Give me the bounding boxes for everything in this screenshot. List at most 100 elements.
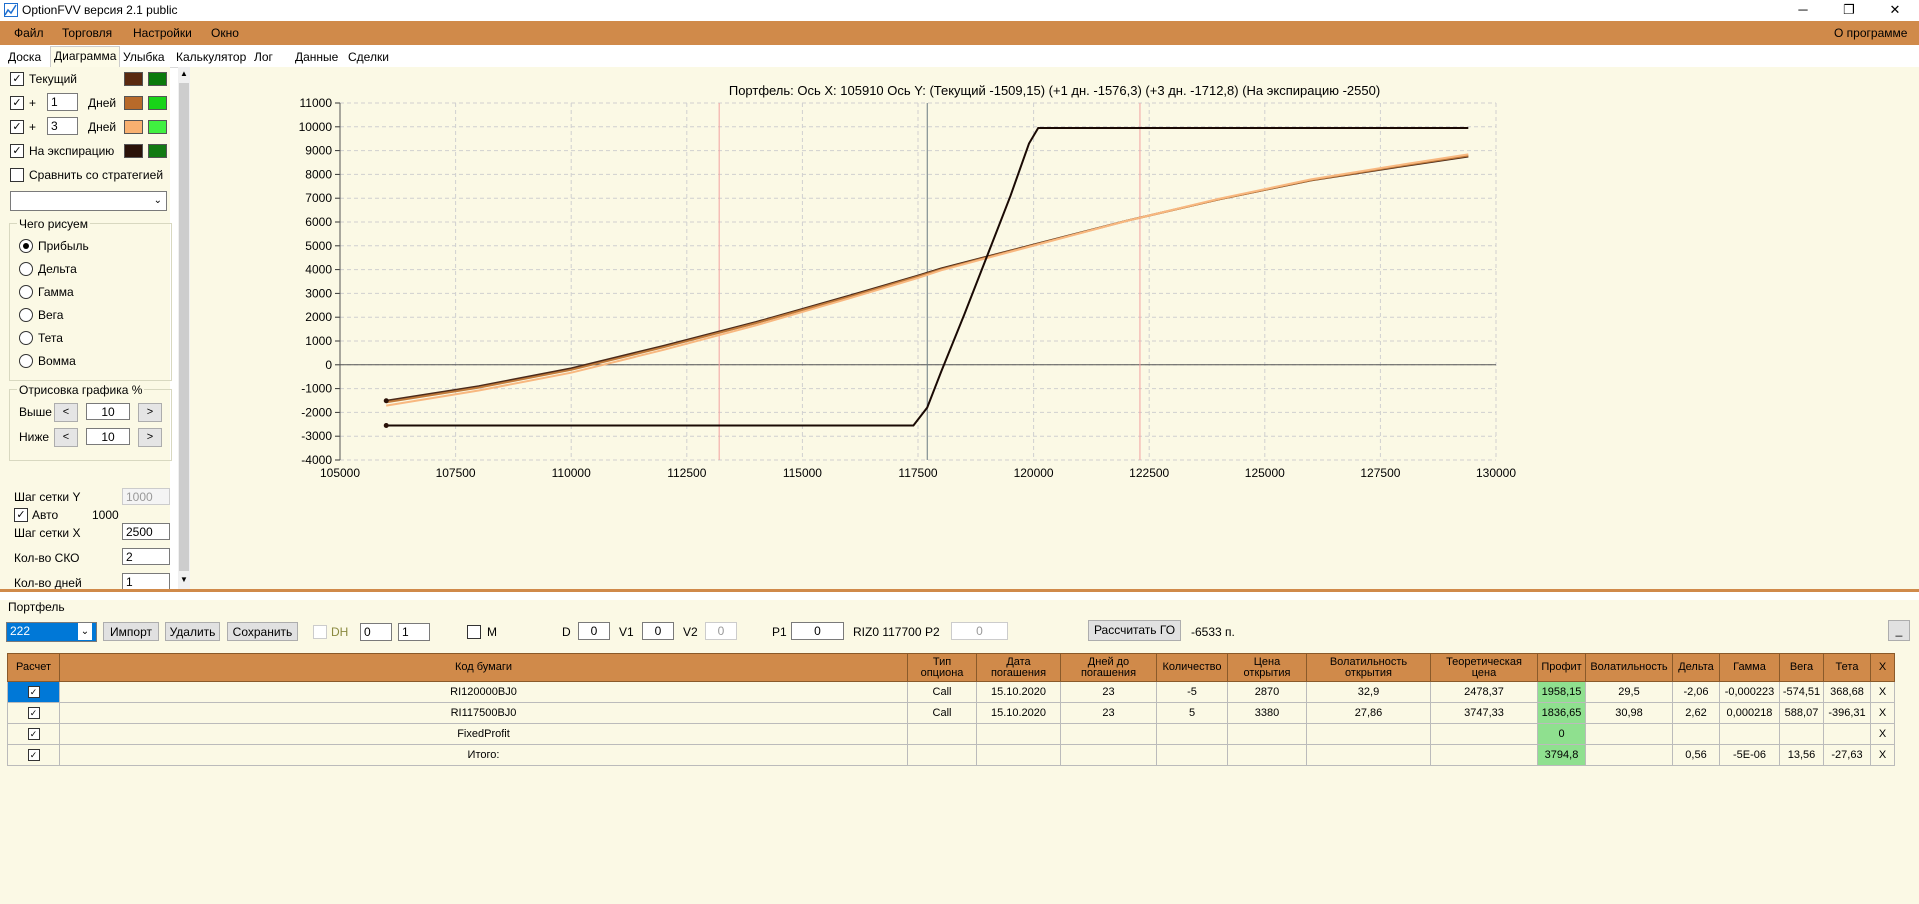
current-color-a[interactable] [124,72,143,86]
radio-profit[interactable] [19,239,33,253]
current-checkbox[interactable]: ✓ [10,72,24,86]
remove-row-button[interactable]: X [1870,744,1895,766]
tab-diagram[interactable]: Диаграмма [50,46,121,67]
v1-input[interactable]: 0 [642,622,674,640]
header-vol[interactable]: Волатильность [1585,653,1673,682]
radio-vega[interactable] [19,308,33,322]
minimize-button[interactable]: ─ [1780,0,1826,21]
header-code[interactable]: Код бумаги [59,653,908,682]
above-decrease-button[interactable]: < [54,403,78,422]
plus1-days-input[interactable]: 1 [47,93,78,111]
radio-delta[interactable] [19,262,33,276]
header-theta[interactable]: Тета [1823,653,1871,682]
row-checkbox[interactable]: ✓ [27,749,40,762]
remove-row-button[interactable]: X [1870,681,1895,703]
above-increase-button[interactable]: > [138,403,162,422]
m-checkbox[interactable] [467,625,481,639]
p1-input[interactable]: 0 [791,622,844,640]
delete-button[interactable]: Удалить [165,622,220,641]
row-checkbox[interactable]: ✓ [27,707,40,720]
scroll-down-icon[interactable]: ▼ [180,575,188,584]
calc-checkbox[interactable]: ✓ [7,723,60,745]
table-row[interactable]: ✓ RI117500BJ0 Call 15.10.2020 23 5 3380 27,86 37… [7,702,1895,724]
calculate-go-button[interactable]: Рассчитать ГО [1088,620,1181,641]
header-theo-price[interactable]: Теоретическая цена [1430,653,1538,682]
plus3-days-input[interactable]: 3 [47,117,78,135]
portfolio-select[interactable]: 222 ⌄ [6,622,97,642]
panel-splitter[interactable] [0,589,1919,600]
dh-checkbox[interactable] [313,625,327,639]
d1-color-a[interactable] [124,96,143,110]
p2-input[interactable]: 0 [951,622,1008,640]
header-calc[interactable]: Расчет [7,653,60,682]
menu-about[interactable]: О программе [1834,26,1907,40]
header-quantity[interactable]: Количество [1156,653,1228,682]
d1-color-b[interactable] [148,96,167,110]
tab-calculator[interactable]: Калькулятор [173,48,249,66]
tab-trades[interactable]: Сделки [345,48,392,66]
header-remove[interactable]: X [1870,653,1895,682]
header-vega[interactable]: Вега [1779,653,1824,682]
import-button[interactable]: Импорт [103,622,159,641]
menu-file[interactable]: Файл [14,26,44,40]
strategy-select[interactable]: ⌄ [10,191,167,211]
tab-log[interactable]: Лог [251,48,276,66]
restore-button[interactable]: ❐ [1826,0,1872,21]
row-checkbox[interactable]: ✓ [27,686,40,699]
radio-theta[interactable] [19,331,33,345]
header-type[interactable]: Тип опциона [907,653,977,682]
dh-a-input[interactable]: 0 [360,623,392,641]
current-color-b[interactable] [148,72,167,86]
header-open-price[interactable]: Цена открытия [1227,653,1307,682]
collapse-button[interactable]: _ [1888,620,1910,641]
tab-data[interactable]: Данные [292,48,341,66]
days-count-input[interactable]: 1 [122,573,170,590]
plus1-checkbox[interactable]: ✓ [10,96,24,110]
radio-gamma[interactable] [19,285,33,299]
table-row[interactable]: ✓ Итого: 3794,8 0,56 -5E-06 13,56 -27,63 X [7,744,1895,766]
menu-settings[interactable]: Настройки [133,26,192,40]
calc-checkbox[interactable]: ✓ [7,681,60,703]
exp-color-a[interactable] [124,144,143,158]
header-days[interactable]: Дней до погашения [1060,653,1157,682]
plus3-checkbox[interactable]: ✓ [10,120,24,134]
below-decrease-button[interactable]: < [54,428,78,447]
scroll-thumb[interactable] [179,83,189,571]
above-input[interactable]: 10 [86,403,130,420]
radio-vomma[interactable] [19,354,33,368]
expiry-checkbox[interactable]: ✓ [10,144,24,158]
remove-row-button[interactable]: X [1870,723,1895,745]
exp-color-b[interactable] [148,144,167,158]
close-button[interactable]: ✕ [1872,0,1918,21]
calc-checkbox[interactable]: ✓ [7,702,60,724]
table-row[interactable]: ✓ FixedProfit 0 X [7,723,1895,745]
grid-y-input[interactable]: 1000 [122,488,170,505]
tab-smile[interactable]: Улыбка [120,48,168,66]
d-input[interactable]: 0 [578,622,610,640]
sko-input[interactable]: 2 [122,548,170,565]
header-gamma[interactable]: Гамма [1719,653,1780,682]
d3-color-a[interactable] [124,120,143,134]
dh-b-input[interactable]: 1 [398,623,430,641]
table-row[interactable]: ✓ RI120000BJ0 Call 15.10.2020 23 -5 2870 32,9 24… [7,681,1895,703]
menu-trading[interactable]: Торговля [62,26,112,40]
auto-checkbox[interactable]: ✓ [14,508,28,522]
row-checkbox[interactable]: ✓ [27,728,40,741]
d3-color-b[interactable] [148,120,167,134]
header-profit[interactable]: Профит [1537,653,1586,682]
tab-board[interactable]: Доска [5,48,44,66]
remove-row-button[interactable]: X [1870,702,1895,724]
grid-x-input[interactable]: 2500 [122,523,170,540]
settings-scrollbar[interactable]: ▲ ▼ [178,67,190,589]
header-delta[interactable]: Дельта [1672,653,1720,682]
compare-checkbox[interactable] [10,168,24,182]
header-open-vol[interactable]: Волатильность открытия [1306,653,1431,682]
header-expiry-date[interactable]: Дата погашения [976,653,1061,682]
calc-checkbox[interactable]: ✓ [7,744,60,766]
scroll-up-icon[interactable]: ▲ [180,69,188,78]
save-button[interactable]: Сохранить [227,622,298,641]
payoff-chart[interactable]: 105000 107500 110000 112500 115000 117500 1200… [190,67,1919,589]
below-increase-button[interactable]: > [138,428,162,447]
v2-input[interactable]: 0 [705,622,737,640]
menu-window[interactable]: Окно [211,26,239,40]
